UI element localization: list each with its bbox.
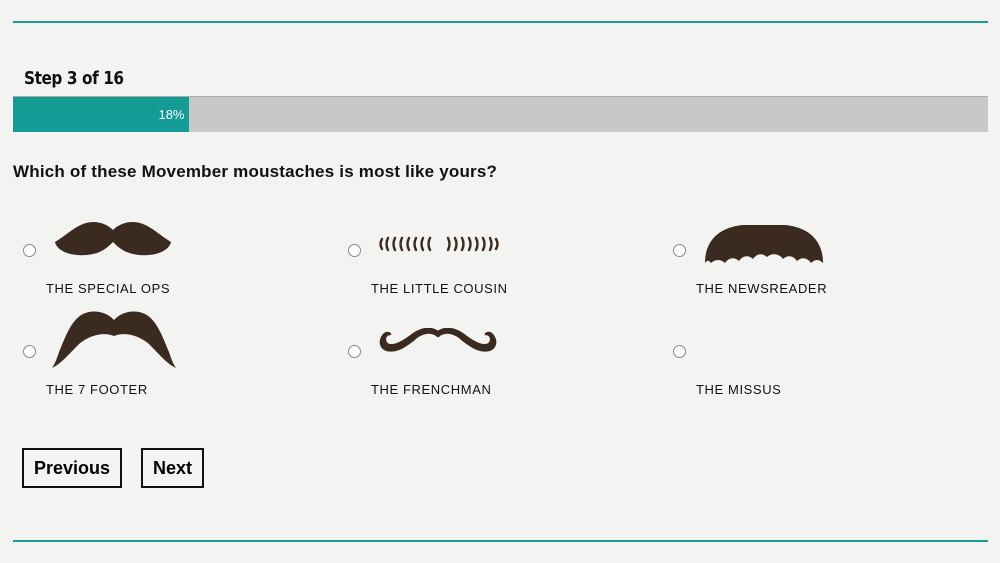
top-divider xyxy=(13,21,988,23)
question-text: Which of these Movember moustaches is mo… xyxy=(13,162,498,181)
radio-frenchman[interactable] xyxy=(348,345,361,358)
option-little-cousin[interactable]: THE LITTLE COUSIN xyxy=(348,215,648,310)
option-label: THE FRENCHMAN xyxy=(371,382,492,397)
next-button[interactable]: Next xyxy=(141,448,205,488)
frenchman-moustache-icon xyxy=(379,328,497,352)
option-newsreader[interactable]: THE NEWSREADER xyxy=(673,215,973,310)
bottom-divider xyxy=(13,540,988,542)
radio-little-cousin[interactable] xyxy=(348,244,361,257)
radio-newsreader[interactable] xyxy=(673,244,686,257)
option-special-ops[interactable]: THE SPECIAL OPS xyxy=(23,215,323,310)
previous-button[interactable]: Previous xyxy=(22,448,123,488)
option-label: THE MISSUS xyxy=(696,382,782,397)
newsreader-moustache-icon xyxy=(705,225,823,263)
progress-fill: 18% xyxy=(13,97,189,132)
option-missus[interactable]: THE MISSUS xyxy=(673,310,973,405)
seven-footer-moustache-icon xyxy=(52,311,176,368)
option-label: THE SPECIAL OPS xyxy=(46,281,171,296)
option-label: THE LITTLE COUSIN xyxy=(371,281,508,296)
option-label: THE NEWSREADER xyxy=(696,281,828,296)
little-cousin-moustache-icon xyxy=(379,236,499,252)
progress-bar: 18% xyxy=(13,96,988,132)
radio-missus[interactable] xyxy=(673,345,686,358)
option-label: THE 7 FOOTER xyxy=(46,382,148,397)
option-7-footer[interactable]: THE 7 FOOTER xyxy=(23,310,323,405)
progress-percent-label: 18% xyxy=(158,107,185,122)
special-ops-moustache-icon xyxy=(55,222,171,256)
option-frenchman[interactable]: THE FRENCHMAN xyxy=(348,310,648,405)
step-indicator: Step 3 of 16 xyxy=(24,68,124,89)
radio-7-footer[interactable] xyxy=(23,345,36,358)
radio-special-ops[interactable] xyxy=(23,244,36,257)
